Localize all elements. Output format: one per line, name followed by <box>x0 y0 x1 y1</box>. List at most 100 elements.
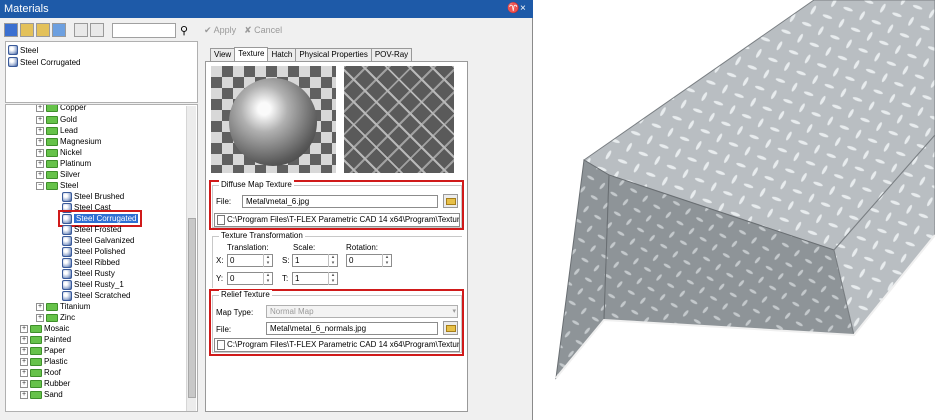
tab-pov-ray[interactable]: POV-Ray <box>370 48 413 61</box>
render-viewport[interactable] <box>534 0 935 420</box>
map-type-label: Map Type: <box>216 308 254 317</box>
tree-item-label: Magnesium <box>60 137 102 146</box>
tree-expander-icon[interactable]: + <box>36 137 44 146</box>
library-view-icon[interactable] <box>4 23 18 37</box>
tree-expander-icon[interactable]: + <box>36 105 44 112</box>
tree-expander-icon[interactable]: + <box>36 313 44 322</box>
translation-y-stepper[interactable]: 0 <box>227 272 273 285</box>
tree-item[interactable]: + Titanium <box>36 301 90 312</box>
folder-icon <box>30 346 42 355</box>
material-icon <box>62 257 72 268</box>
tree-item[interactable]: + Silver <box>36 169 80 180</box>
tab-hatch[interactable]: Hatch <box>267 48 297 61</box>
library-filter-combo[interactable] <box>112 22 176 38</box>
tree-item-label: Lead <box>60 126 78 135</box>
tree-item[interactable]: + Sand <box>20 389 63 400</box>
tree-expander-icon[interactable]: + <box>36 126 44 135</box>
scale-s-stepper[interactable]: 1 <box>292 254 338 267</box>
tree-expander-icon[interactable]: + <box>20 379 28 388</box>
cross-icon: ✘ <box>244 24 252 35</box>
translation-x-stepper[interactable]: 0 <box>227 254 273 267</box>
tree-item[interactable]: + Lead <box>36 125 78 136</box>
library-item[interactable]: Steel Corrugated <box>8 56 195 68</box>
diffuse-browse-button[interactable] <box>443 194 458 208</box>
tree-expander-icon[interactable]: + <box>36 170 44 179</box>
tree-item[interactable]: Steel Polished <box>62 246 125 257</box>
check-icon: ✔ <box>204 24 212 35</box>
apply-toolbar: ✔ Apply ✘ Cancel <box>204 21 282 39</box>
tree-item[interactable]: + Nickel <box>36 147 82 158</box>
tree-item-label: Steel Polished <box>74 247 126 256</box>
tree-expander-icon[interactable]: + <box>36 159 44 168</box>
apply-label: Apply <box>213 24 237 35</box>
tree-item[interactable]: − Steel <box>36 180 78 191</box>
tree-expander-icon[interactable]: + <box>36 302 44 311</box>
relief-browse-button[interactable] <box>443 321 458 335</box>
folder-icon <box>445 197 456 205</box>
tree-item[interactable]: Steel Rusty_1 <box>62 279 124 290</box>
tree-item[interactable]: + Mosaic <box>20 323 69 334</box>
tree-expander-icon[interactable]: + <box>20 335 28 344</box>
close-icon[interactable]: × <box>520 3 526 14</box>
library-item[interactable]: Steel <box>8 44 195 56</box>
tree-item[interactable]: Steel Galvanized <box>62 235 134 246</box>
materials-panel: Materials ♈ × ⚲ ✔ Apply ✘ Cancel Steel S… <box>0 0 533 420</box>
tree-expander-icon[interactable]: − <box>36 181 44 190</box>
library-toolbar: ⚲ <box>0 19 200 41</box>
properties-icon[interactable] <box>90 23 104 37</box>
tree-expander-icon[interactable]: + <box>36 115 44 124</box>
material-icon <box>62 191 72 202</box>
scale-label: Scale: <box>293 243 316 252</box>
material-icon <box>62 290 72 301</box>
tree-scrollbar[interactable] <box>186 106 196 411</box>
tree-item-label: Mosaic <box>44 324 70 333</box>
search-icon[interactable]: ⚲ <box>180 24 188 37</box>
tree-item[interactable]: Steel Ribbed <box>62 257 120 268</box>
texture-preview-image <box>344 66 454 173</box>
relief-file-field[interactable]: Metal\metal_6_normals.jpg <box>266 322 438 335</box>
tree-expander-icon[interactable]: + <box>20 368 28 377</box>
tree-item[interactable]: + Platinum <box>36 158 91 169</box>
diffuse-path-field: C:\Program Files\T-FLEX Parametric CAD 1… <box>214 213 460 227</box>
tree-item[interactable]: Steel Brushed <box>62 191 124 202</box>
relief-group-title: Relief Texture <box>219 290 272 299</box>
tree-item[interactable]: + Copper <box>36 105 86 113</box>
scroll-thumb[interactable] <box>188 218 196 398</box>
tree-expander-icon[interactable]: + <box>20 390 28 399</box>
tree-expander-icon[interactable]: + <box>36 148 44 157</box>
rotation-stepper[interactable]: 0 <box>346 254 392 267</box>
tree-item[interactable]: + Rubber <box>20 378 70 389</box>
tree-item[interactable]: + Magnesium <box>36 136 101 147</box>
tree-item[interactable]: Steel Frosted <box>62 224 122 235</box>
add-material-icon[interactable] <box>20 23 34 37</box>
pin-icon[interactable]: ♈ <box>507 3 519 14</box>
tree-expander-icon[interactable]: + <box>20 346 28 355</box>
tree-item[interactable]: + Plastic <box>20 356 68 367</box>
title-bar: Materials ♈ × <box>0 0 533 18</box>
tree-item[interactable]: + Zinc <box>36 312 75 323</box>
tree-item-label: Paper <box>44 346 66 355</box>
material-icon <box>62 235 72 246</box>
tab-view[interactable]: View <box>210 48 236 61</box>
tree-item[interactable]: Steel Scratched <box>62 290 130 301</box>
tab-texture[interactable]: Texture <box>234 47 269 61</box>
tree-item[interactable]: + Paper <box>20 345 65 356</box>
scale-t-stepper[interactable]: 1 <box>292 272 338 285</box>
map-type-select[interactable]: Normal Map <box>266 305 458 318</box>
tree-item[interactable]: Steel Rusty <box>62 268 115 279</box>
property-tabs: View Texture Hatch Physical Properties POV-R… <box>210 47 413 61</box>
tree-item-label: Steel Galvanized <box>74 236 135 245</box>
folder-icon <box>46 148 58 157</box>
tab-physical-properties[interactable]: Physical Properties <box>295 48 372 61</box>
settings-icon[interactable] <box>74 23 88 37</box>
tree-expander-icon[interactable]: + <box>20 357 28 366</box>
apply-button[interactable]: ✔ Apply <box>204 25 236 36</box>
tree-item[interactable]: + Gold <box>36 114 77 125</box>
add-folder-icon[interactable] <box>36 23 50 37</box>
diffuse-file-field[interactable]: Metal\metal_6.jpg <box>242 195 438 208</box>
tree-expander-icon[interactable]: + <box>20 324 28 333</box>
grid-icon[interactable] <box>52 23 66 37</box>
tree-item[interactable]: + Roof <box>20 367 61 378</box>
tree-item[interactable]: + Painted <box>20 334 71 345</box>
cancel-button[interactable]: ✘ Cancel <box>244 25 282 36</box>
